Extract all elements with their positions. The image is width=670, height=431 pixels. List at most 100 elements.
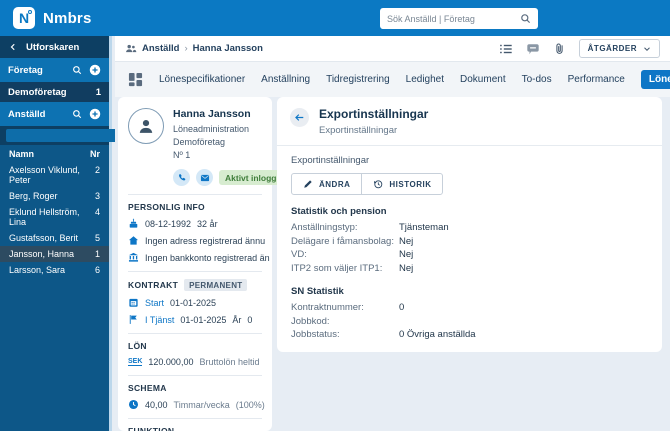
chat-icon[interactable]	[526, 42, 540, 56]
logo-superscript-dot	[28, 10, 32, 14]
salary-amount: 120.000,00	[148, 357, 193, 367]
birthday-cake-icon	[128, 218, 139, 229]
stat-row: Jobbstatus: 0 Övriga anställda	[291, 328, 648, 342]
list-icon[interactable]	[499, 42, 513, 56]
anstalld-label: Anställd	[8, 109, 45, 120]
employee-department: Löneadministration	[173, 123, 282, 136]
employee-company: Demoföretag	[173, 136, 282, 149]
birth-date: 08-12-1992	[145, 219, 191, 229]
personlig-info-heading: PERSONLIG INFO	[128, 202, 262, 212]
top-bar: N Nmbrs	[0, 0, 670, 36]
tab-dokument[interactable]: Dokument	[460, 74, 506, 85]
employee-filter-bar	[0, 126, 109, 145]
employee-row[interactable]: Axelsson Viklund, Peter2	[0, 162, 109, 188]
employee-list: Namn Nr Axelsson Viklund, Peter2 Berg, R…	[0, 145, 109, 431]
kontrakt-heading: KONTRAKT	[128, 280, 178, 290]
global-search[interactable]	[380, 8, 538, 29]
back-arrow-icon[interactable]	[290, 108, 309, 127]
sidebar-item-foretag[interactable]: Företag	[0, 58, 109, 82]
employee-list-header: Namn Nr	[0, 145, 109, 162]
employee-row[interactable]: Eklund Hellström, Lina4	[0, 204, 109, 230]
history-button[interactable]: HISTORIK	[361, 174, 442, 194]
app-name: Nmbrs	[43, 10, 92, 27]
schema-percent: (100%)	[236, 400, 265, 410]
tab-ledighet[interactable]: Ledighet	[406, 74, 444, 85]
search-icon[interactable]	[520, 13, 531, 24]
tjanst-date: 01-01-2025	[180, 315, 226, 325]
add-circle-icon[interactable]	[89, 108, 101, 120]
schema-heading: SCHEMA	[128, 383, 262, 393]
salary-type: Bruttolön heltid	[199, 357, 259, 367]
flag-icon	[128, 314, 139, 325]
history-clock-icon	[373, 179, 383, 189]
employee-row[interactable]: Berg, Roger3	[0, 188, 109, 204]
paperclip-icon[interactable]	[553, 42, 566, 55]
ar-label: År	[232, 315, 241, 325]
bank-icon	[128, 252, 139, 263]
status-badge: Aktivt inlogg	[219, 170, 282, 185]
column-namn: Namn	[9, 149, 34, 159]
global-search-input[interactable]	[387, 14, 520, 24]
address-status: Ingen adress registrerad ännu	[145, 236, 265, 246]
edit-history-button-group: ÄNDRA HISTORIK	[291, 173, 443, 195]
employee-filter-input[interactable]	[6, 129, 131, 142]
funktion-heading: FUNKTION	[128, 426, 262, 431]
tjanst-label: I Tjänst	[145, 315, 174, 325]
statistik-heading: Statistik och pension	[291, 206, 648, 217]
stat-row: Delägare i fåmansbolag: Nej	[291, 235, 648, 249]
sidebar-item-demoforetag[interactable]: Demoföretag 1	[0, 82, 109, 102]
demoforetag-count: 1	[96, 87, 101, 98]
tab-lonespecifikationer[interactable]: Lönespecifikationer	[159, 74, 245, 85]
employee-row[interactable]: Larsson, Sara6	[0, 262, 109, 278]
email-icon[interactable]	[196, 169, 213, 186]
currency-sek-icon: SEK	[128, 358, 142, 367]
pencil-icon	[303, 179, 313, 189]
schema-hours: 40,00	[145, 400, 168, 410]
edit-button[interactable]: ÄNDRA	[292, 174, 361, 194]
tab-todos[interactable]: To-dos	[522, 74, 552, 85]
search-icon[interactable]	[72, 65, 82, 75]
start-date: 01-01-2025	[170, 298, 216, 308]
employee-name: Hanna Jansson	[173, 108, 282, 120]
home-icon	[128, 235, 139, 246]
stat-row: Anställningstyp: Tjänsteman	[291, 221, 648, 235]
add-circle-icon[interactable]	[89, 64, 101, 76]
sn-statistik-heading: SN Statistik	[291, 286, 648, 297]
nmbrs-logo[interactable]: N	[13, 7, 35, 29]
actions-button[interactable]: ÅTGÄRDER	[579, 39, 660, 58]
explorer-sidebar: Utforskaren Företag Demoföretag 1 Anstäl…	[0, 36, 112, 431]
employee-row-selected[interactable]: Jansson, Hanna1	[0, 246, 109, 262]
export-settings-panel: Exportinställningar Exportinställningar …	[277, 97, 662, 352]
phone-icon[interactable]	[173, 169, 190, 186]
tab-performance[interactable]: Performance	[568, 74, 625, 85]
ar-value: 0	[247, 315, 252, 325]
search-icon[interactable]	[72, 109, 82, 119]
tab-tidregistrering[interactable]: Tidregistrering	[326, 74, 390, 85]
breadcrumb-separator: ›	[184, 43, 187, 54]
sidebar-header[interactable]: Utforskaren	[0, 36, 109, 58]
content-header: Anställd › Hanna Jansson ÅTGÄRDER	[115, 36, 670, 62]
avatar	[128, 108, 164, 144]
breadcrumb-current: Hanna Jansson	[193, 43, 263, 54]
foretag-label: Företag	[8, 65, 43, 76]
column-nr: Nr	[90, 149, 100, 159]
stat-row: Jobbkod:	[291, 315, 648, 329]
stat-row: ITP2 som väljer ITP1: Nej	[291, 262, 648, 276]
clock-icon	[128, 399, 139, 410]
sidebar-item-anstalld[interactable]: Anställd	[0, 102, 109, 126]
panel-title: Exportinställningar	[319, 107, 428, 121]
permanent-badge: PERMANENT	[184, 279, 247, 291]
sidebar-title: Utforskaren	[26, 42, 79, 53]
tab-anstallning[interactable]: Anställning	[261, 74, 310, 85]
chevron-left-icon[interactable]	[9, 43, 17, 51]
calendar-icon	[128, 297, 139, 308]
employee-number: Nº 1	[173, 149, 282, 162]
dashboard-grid-icon[interactable]	[128, 72, 143, 87]
tab-loneinstallningar-active[interactable]: Löneinställningar	[641, 70, 670, 89]
stat-row: VD: Nej	[291, 248, 648, 262]
employee-row[interactable]: Gustafsson, Berit5	[0, 230, 109, 246]
breadcrumb-root[interactable]: Anställd	[142, 43, 179, 54]
chevron-down-icon	[643, 45, 651, 53]
start-label: Start	[145, 298, 164, 308]
breadcrumb: Anställd › Hanna Jansson	[125, 43, 263, 55]
